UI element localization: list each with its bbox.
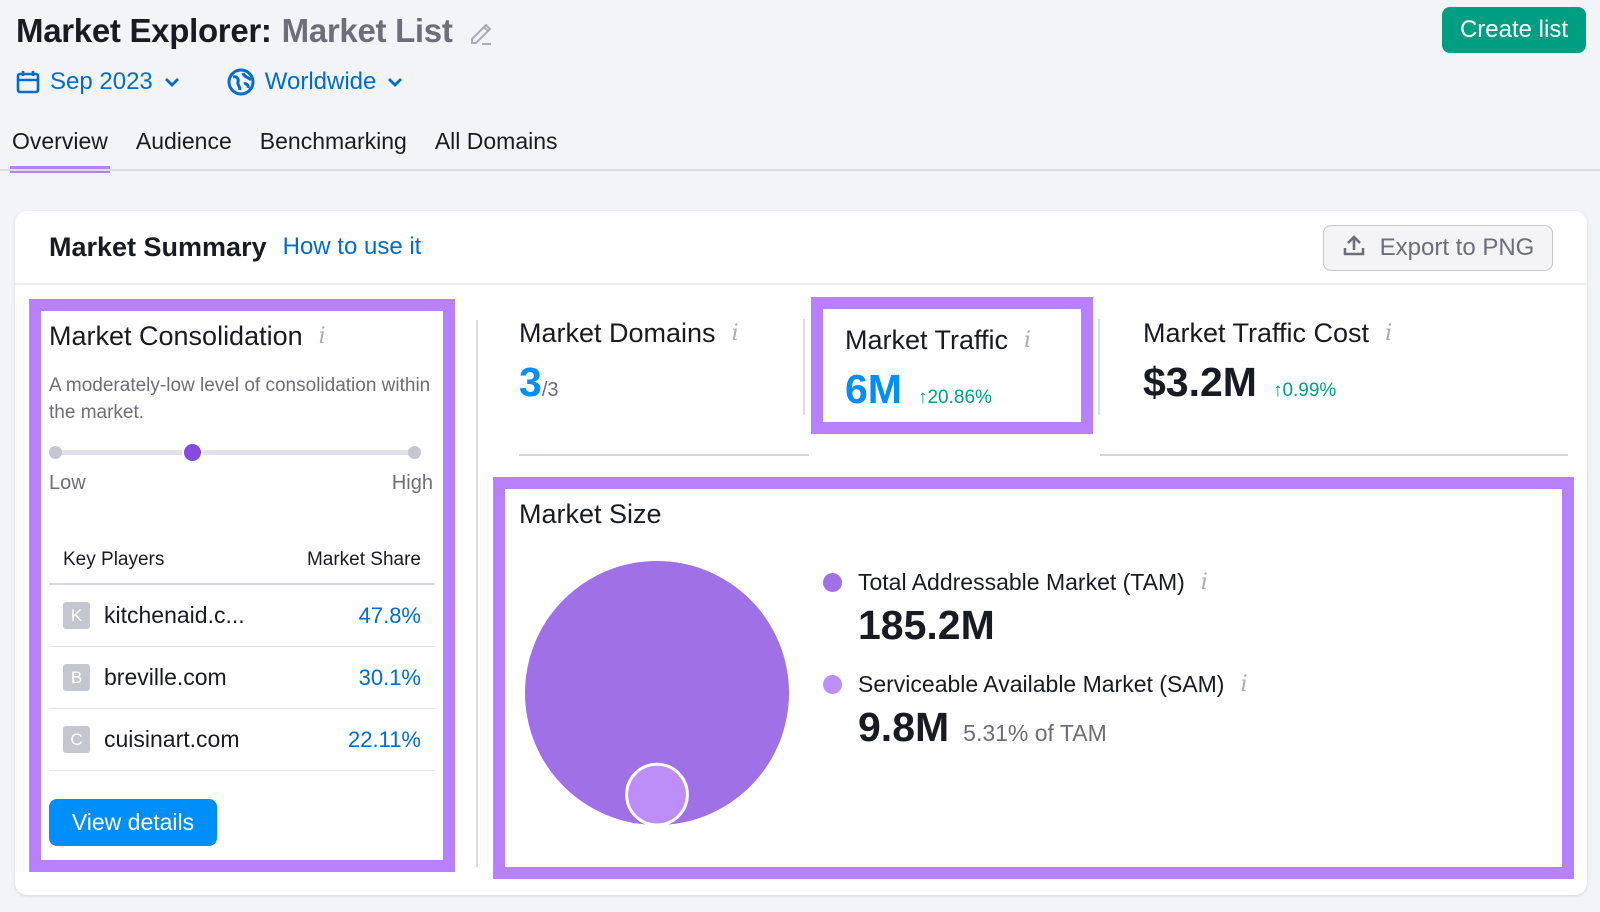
metric-underline xyxy=(1100,454,1568,456)
slider-knob xyxy=(182,442,204,463)
page-title: Market Explorer: Market List xyxy=(16,12,495,50)
sam-label: Serviceable Available Market (SAM) xyxy=(858,671,1225,697)
market-traffic-value[interactable]: 6M xyxy=(845,366,902,413)
domain-link[interactable]: breville.com xyxy=(104,664,227,691)
market-share-value: 47.8% xyxy=(358,602,421,628)
market-traffic-cost-value: $3.2M xyxy=(1143,359,1257,405)
table-row: B breville.com 30.1% xyxy=(49,647,435,709)
market-share-value: 30.1% xyxy=(358,664,421,690)
market-domains-value[interactable]: 3 xyxy=(519,359,542,406)
tab-benchmarking[interactable]: Benchmarking xyxy=(260,128,407,165)
slider-labels: Low High xyxy=(49,472,433,495)
col-key-players: Key Players xyxy=(63,549,165,570)
slider-track xyxy=(55,450,415,455)
market-traffic-metric: Market Traffic i 6M ↑20.86% xyxy=(811,297,1093,434)
page-title-main: Market Explorer: xyxy=(16,12,272,49)
legend-sam: Serviceable Available Market (SAM) i xyxy=(823,671,1248,698)
vertical-divider xyxy=(1098,319,1100,415)
metric-underline xyxy=(519,454,809,456)
tam-value: 185.2M xyxy=(858,602,995,648)
how-to-use-link[interactable]: How to use it xyxy=(283,233,422,261)
domain-favicon: C xyxy=(63,726,90,753)
region-filter-label: Worldwide xyxy=(264,68,377,95)
upload-icon xyxy=(1342,233,1380,264)
market-traffic-delta: ↑20.86% xyxy=(917,387,992,408)
sam-value-row: 9.8M 5.31% of TAM xyxy=(858,704,1248,751)
high-label: High xyxy=(391,472,433,494)
market-domains-total: /3 xyxy=(541,379,559,401)
col-market-share: Market Share xyxy=(306,549,421,570)
tab-audience[interactable]: Audience xyxy=(136,128,232,165)
market-size-panel: Market Size Total Addressable Market (TA… xyxy=(493,477,1574,879)
low-label: Low xyxy=(49,472,86,494)
pencil-icon[interactable] xyxy=(467,17,495,45)
sam-bubble xyxy=(625,762,689,827)
market-traffic-cost-delta: ↑0.99% xyxy=(1272,380,1337,401)
date-filter[interactable]: Sep 2023 xyxy=(16,68,181,96)
info-icon[interactable]: i xyxy=(1240,672,1247,697)
tab-bar: Overview Audience Benchmarking All Domai… xyxy=(10,128,586,173)
info-icon[interactable]: i xyxy=(1201,570,1208,595)
chevron-down-icon xyxy=(386,76,404,88)
page-title-list-name: Market List xyxy=(281,12,453,49)
sam-pct-of-tam: 5.31% of TAM xyxy=(963,720,1107,746)
consolidation-title: Market Consolidation i xyxy=(49,321,431,352)
market-domains-title: Market Domains xyxy=(519,318,716,348)
info-icon[interactable]: i xyxy=(1024,328,1031,353)
view-details-button[interactable]: View details xyxy=(49,799,217,846)
create-list-button[interactable]: Create list xyxy=(1442,7,1586,53)
table-row: K kitchenaid.c... 47.8% xyxy=(49,585,435,647)
market-size-legend: Total Addressable Market (TAM) i 185.2M … xyxy=(823,569,1248,751)
tam-value-row: 185.2M xyxy=(858,602,1248,649)
consolidation-description: A moderately-low level of consolidation … xyxy=(49,375,431,423)
tab-overview[interactable]: Overview xyxy=(10,128,110,173)
market-domains-metric: Market Domains i 3 /3 xyxy=(519,318,739,406)
market-traffic-cost-title: Market Traffic Cost xyxy=(1143,318,1370,348)
info-icon[interactable]: i xyxy=(732,321,739,346)
chevron-down-icon xyxy=(163,76,181,88)
domain-link[interactable]: kitchenaid.c... xyxy=(104,602,245,629)
calendar-icon xyxy=(16,69,40,95)
vertical-divider xyxy=(476,320,478,867)
sam-color-dot xyxy=(823,675,842,694)
market-consolidation-panel: Market Consolidation i A moderately-low … xyxy=(29,299,455,872)
sam-value: 9.8M xyxy=(858,704,950,750)
tabs-divider xyxy=(0,169,1600,171)
domain-favicon: K xyxy=(63,602,90,629)
card-header: Market Summary How to use it Export to P… xyxy=(15,211,1587,285)
table-row: C cuisinart.com 22.11% xyxy=(49,709,435,771)
tam-color-dot xyxy=(823,573,842,592)
vertical-divider xyxy=(803,319,805,415)
key-players-header: Key Players Market Share xyxy=(49,549,435,571)
export-png-button[interactable]: Export to PNG xyxy=(1323,225,1553,271)
filters-bar: Sep 2023 Worldwide xyxy=(16,68,404,96)
card-title: Market Summary xyxy=(49,231,267,262)
market-traffic-title: Market Traffic xyxy=(845,325,1009,355)
market-traffic-cost-metric: Market Traffic Cost i $3.2M ↑0.99% xyxy=(1143,318,1392,406)
tam-label: Total Addressable Market (TAM) xyxy=(858,569,1185,595)
globe-icon xyxy=(227,68,255,96)
domain-link[interactable]: cuisinart.com xyxy=(104,726,239,753)
legend-tam: Total Addressable Market (TAM) i xyxy=(823,569,1248,596)
export-label: Export to PNG xyxy=(1379,234,1535,261)
consolidation-level-indicator xyxy=(49,442,421,463)
slider-high-end xyxy=(408,446,421,459)
info-icon[interactable]: i xyxy=(1385,321,1392,346)
slider-low-end xyxy=(49,446,62,459)
market-size-bubble-chart xyxy=(525,561,789,827)
region-filter[interactable]: Worldwide xyxy=(227,68,405,96)
key-players-table: K kitchenaid.c... 47.8% B breville.com 3… xyxy=(49,583,435,771)
info-icon[interactable]: i xyxy=(319,324,326,349)
consolidation-title-text: Market Consolidation xyxy=(49,321,303,351)
domain-favicon: B xyxy=(63,664,90,691)
date-filter-label: Sep 2023 xyxy=(50,68,153,95)
tab-all-domains[interactable]: All Domains xyxy=(435,128,558,165)
market-share-value: 22.11% xyxy=(348,726,421,752)
market-summary-card: Market Summary How to use it Export to P… xyxy=(15,211,1587,895)
market-size-title: Market Size xyxy=(519,499,662,529)
